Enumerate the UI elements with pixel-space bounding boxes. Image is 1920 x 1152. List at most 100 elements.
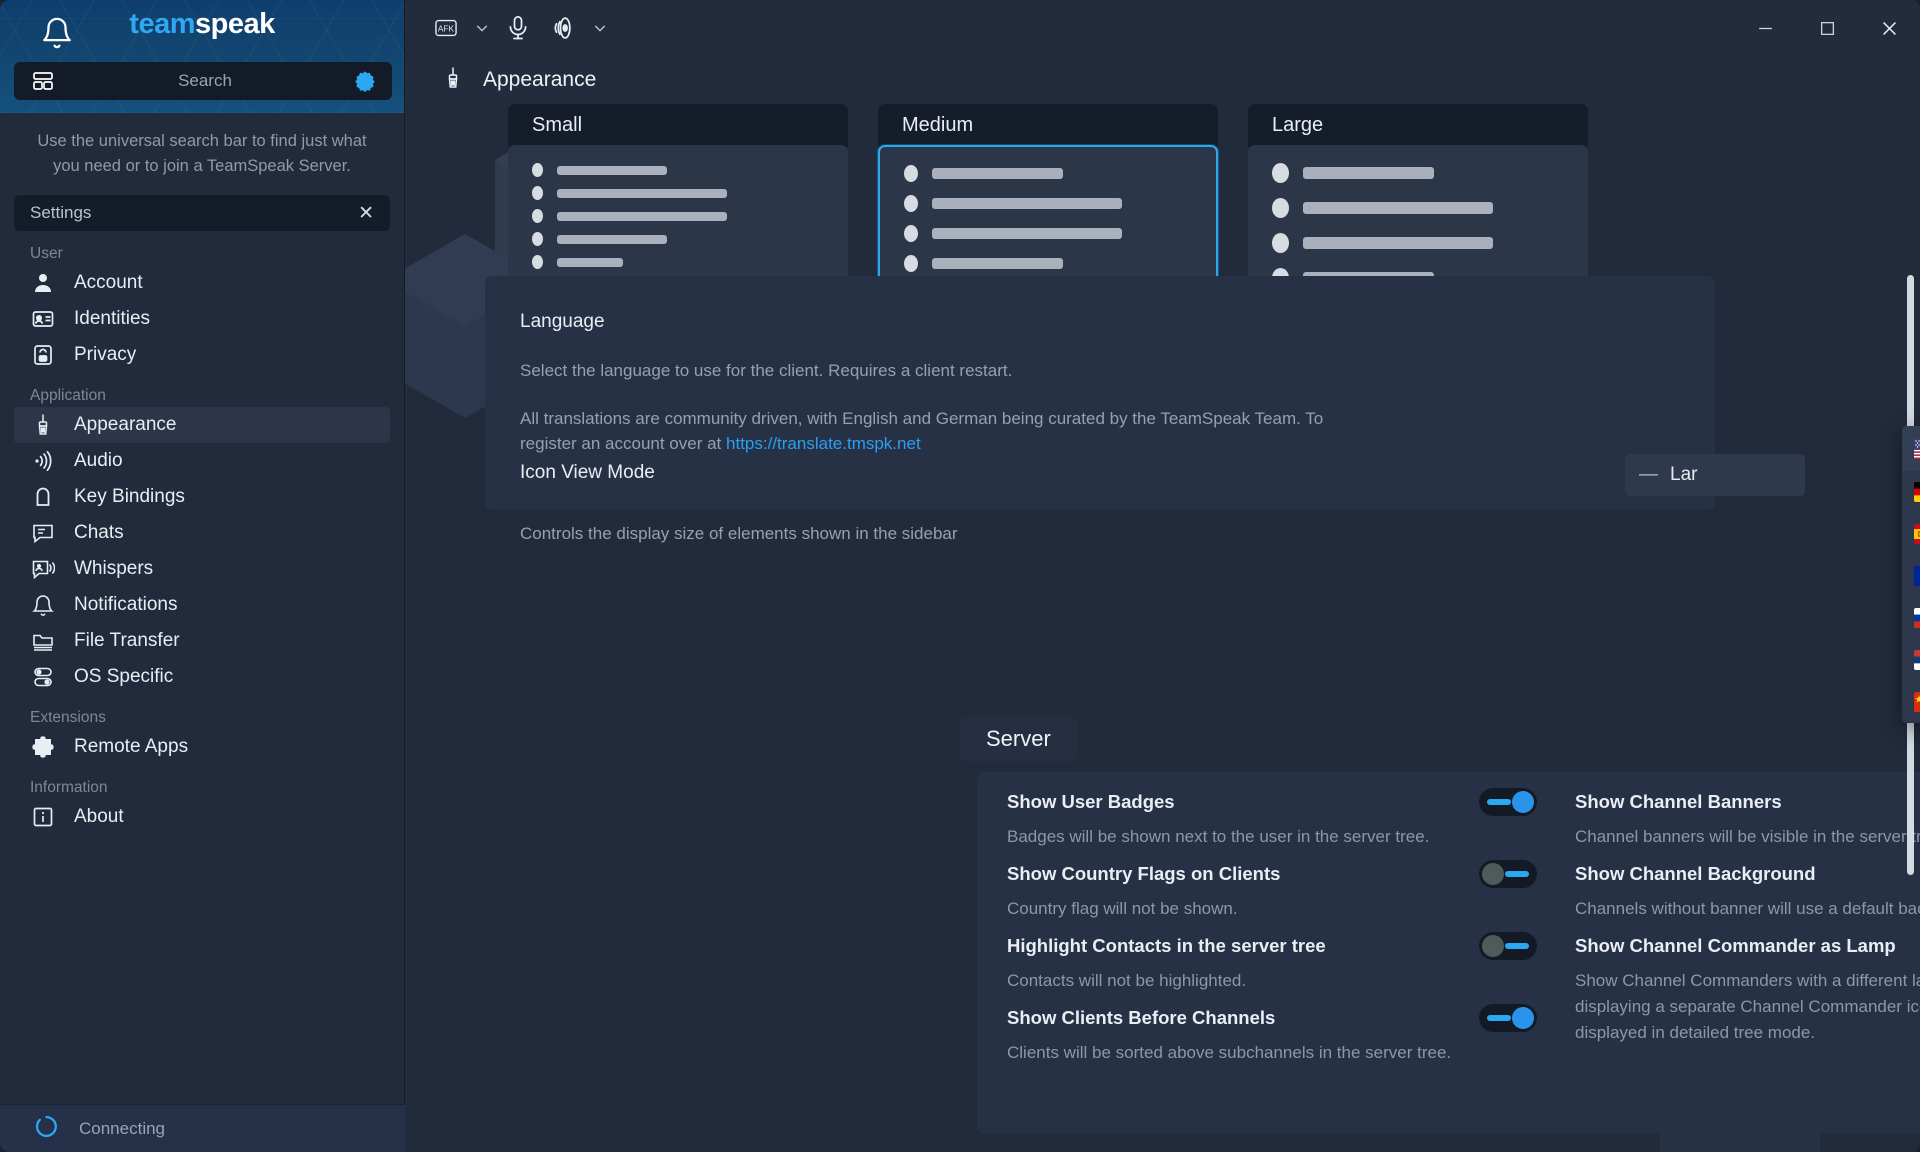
gear-icon[interactable] [338,69,392,93]
translation-note-line1: All translations are community driven, w… [520,409,1324,428]
search-input[interactable] [72,71,338,91]
icon-size-card-small[interactable]: Small [508,104,848,297]
preview-dot-icon [532,186,543,200]
close-icon[interactable]: ✕ [358,204,374,223]
translation-note-line2: register an account over at [520,434,727,453]
keyboard-key-icon [30,484,56,510]
sidebar-item-account[interactable]: Account [14,265,390,301]
sidebar-item-key-bindings[interactable]: Key Bindings [14,479,390,515]
sidebar-item-privacy[interactable]: Privacy [14,337,390,373]
setting-option-header: Show Channel Background [1575,858,1920,890]
server-options-right-column: Show Channel Banners Channel banners will… [1575,786,1920,1054]
setting-option-description: Badges will be shown next to the user in… [1007,827,1430,846]
bell-icon [30,592,56,618]
microphone-icon[interactable] [497,7,539,49]
maximize-button[interactable] [1796,0,1858,56]
preview-row [508,255,848,269]
fr-flag-icon [1914,566,1920,586]
universal-search-bar[interactable] [14,62,392,100]
language-option-deutsch[interactable]: Deutsch [1902,471,1920,513]
sidebar-item-notifications[interactable]: Notifications [14,587,390,623]
layout-panels-icon[interactable] [14,69,72,93]
sidebar-item-file-transfer[interactable]: File Transfer [14,623,390,659]
preview-bar [557,234,667,244]
language-option-中文（简体）[interactable]: 中文（简体） [1902,681,1920,723]
sidebar-item-label: Chats [74,522,124,543]
paintbrush-icon [30,412,56,438]
preview-bar [557,188,727,198]
us-flag-icon [1914,438,1920,459]
preview-dot-icon [532,255,543,269]
sidebar-item-label: Account [74,272,143,293]
id-card-icon [30,306,56,332]
sidebar-item-appearance[interactable]: Appearance [14,407,390,443]
server-section-label: Server [960,717,1077,761]
preview-dot-icon [904,165,918,182]
icon-size-preview [1248,145,1588,297]
de-flag-icon [1914,482,1920,502]
setting-option-header: Show Channel Banners [1575,786,1920,818]
loading-spinner-icon [34,1114,59,1144]
sidebar-item-identities[interactable]: Identities [14,301,390,337]
settings-header-row[interactable]: Settings ✕ [14,195,390,231]
language-dropdown-selected[interactable]: English [1902,426,1920,471]
ru-flag-icon [1914,608,1920,628]
sidebar-item-label: Privacy [74,344,137,365]
setting-option-title: Show Channel Background [1575,863,1816,884]
teamspeak-window: teamspeak Use [0,0,1920,1152]
scrollable-settings-area: Small Medium Large Language Select the lan… [405,104,1920,1152]
preview-dot-icon [532,232,543,246]
language-dropdown[interactable]: English DeutschEspañolFrançaisРусскийСрп… [1902,426,1920,723]
sidebar-item-whispers[interactable]: Whispers [14,551,390,587]
brand-speak: speak [194,8,275,40]
afk-icon[interactable]: AFK [425,7,467,49]
connection-status-text: Connecting [79,1118,166,1138]
icon-size-preview [878,145,1218,297]
speaker-icon[interactable] [543,7,585,49]
language-option-français[interactable]: Français [1902,555,1920,597]
preview-row [880,225,1216,242]
window-controls [1734,0,1920,56]
minimize-button[interactable] [1734,0,1796,56]
preview-row [508,232,848,246]
sidebar-item-remote-apps[interactable]: Remote Apps [14,729,390,765]
sidebar-item-audio[interactable]: Audio [14,443,390,479]
sidebar-item-chats[interactable]: Chats [14,515,390,551]
sidebar-item-about[interactable]: About [14,799,390,835]
setting-option-header: Highlight Contacts in the server tree [1007,930,1537,962]
icon-size-card-medium[interactable]: Medium [878,104,1218,297]
settings-title: Settings [30,203,92,222]
setting-option-description: Contacts will not be highlighted. [1007,971,1247,990]
icon-view-mode-description: Controls the display size of elements sh… [520,524,958,543]
chat-bubble-icon [30,520,56,546]
preview-row [1248,198,1588,218]
sidebar-item-os-specific[interactable]: OS Specific [14,659,390,695]
setting-option-title: Show Channel Banners [1575,791,1782,812]
setting-option-title: Show Clients Before Channels [1007,1007,1276,1028]
speaker-chevron-down-icon[interactable] [589,7,611,49]
setting-option-row: Show Clients Before Channels Clients will… [1007,1002,1537,1066]
icon-size-preview [508,145,848,297]
icon-size-card-large[interactable]: Large [1248,104,1588,297]
whisper-icon [30,556,56,582]
setting-option-header: Show Channel Commander as Lamp [1575,930,1920,962]
toolbar: AFK [425,0,611,56]
translate-link[interactable]: https://translate.tmspk.net [726,434,921,453]
icon-size-card-title: Medium [878,104,1218,147]
sidebar-item-label: About [74,806,124,827]
language-option-español[interactable]: Español [1902,513,1920,555]
icon-view-mode-dropdown[interactable]: — Lar [1625,454,1805,496]
language-panel: Language Select the language to use for … [485,276,1805,543]
toggle-bar [1505,871,1529,877]
language-option-српски[interactable]: Српски [1902,639,1920,681]
close-button[interactable] [1858,0,1920,56]
brand-team: team [129,8,195,40]
preview-bar [1303,237,1493,249]
setting-toggle[interactable] [1479,932,1537,960]
language-option-русский[interactable]: Русский [1902,597,1920,639]
setting-toggle[interactable] [1479,860,1537,888]
afk-chevron-down-icon[interactable] [471,7,493,49]
setting-toggle[interactable] [1479,1004,1537,1032]
setting-option-description: Channel banners will be visible in the s… [1575,827,1920,846]
setting-toggle[interactable] [1479,788,1537,816]
